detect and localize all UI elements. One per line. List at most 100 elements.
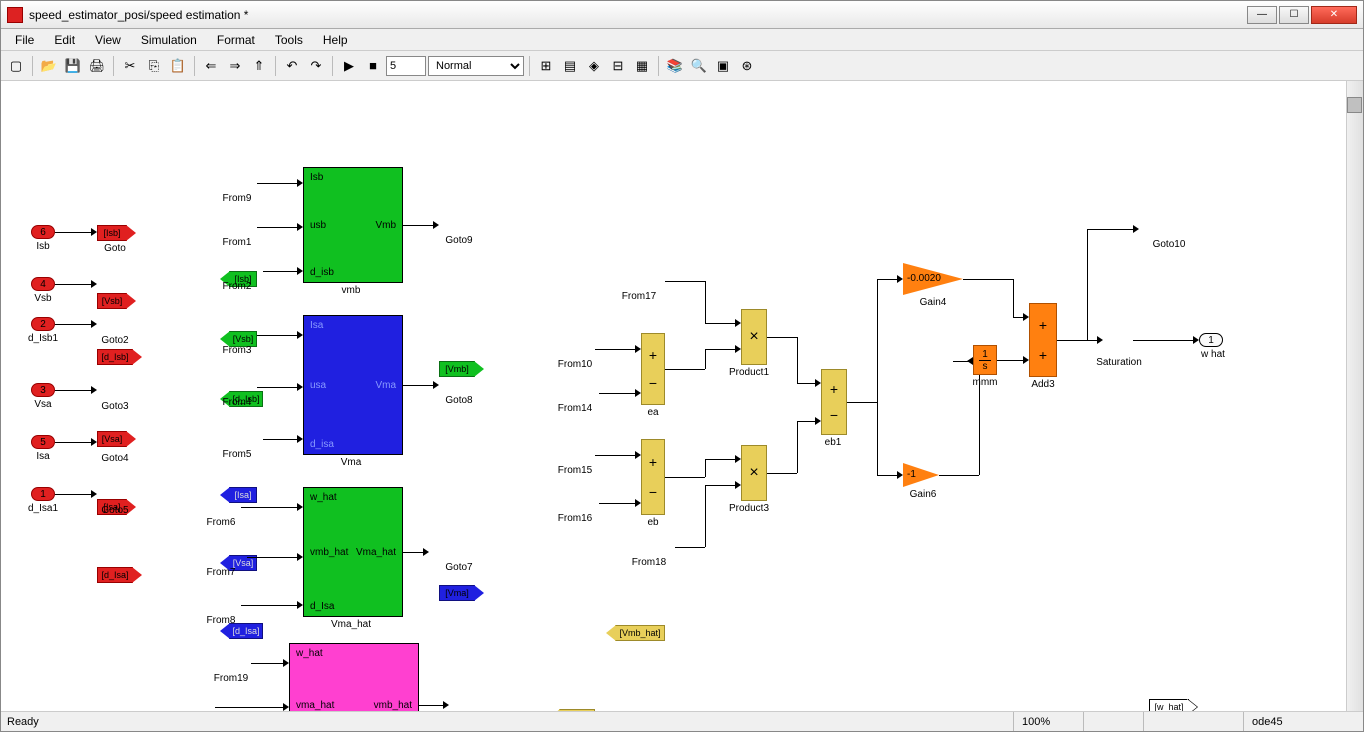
- tool-5[interactable]: ▦: [631, 55, 653, 77]
- from5-label: From5: [207, 449, 267, 460]
- sum-ea[interactable]: +−: [641, 333, 665, 405]
- target-button[interactable]: ⊛: [736, 55, 758, 77]
- inport-disa1[interactable]: 1: [31, 487, 55, 501]
- menu-file[interactable]: File: [5, 33, 44, 47]
- tool-3[interactable]: ◈: [583, 55, 605, 77]
- open-button[interactable]: 📂: [38, 55, 60, 77]
- run-button[interactable]: ▶: [338, 55, 360, 77]
- redo-button[interactable]: ↷: [305, 55, 327, 77]
- ea-label: ea: [623, 407, 683, 418]
- print-button[interactable]: 🖨: [86, 55, 108, 77]
- stop-time-input[interactable]: [386, 56, 426, 76]
- product1[interactable]: ×: [741, 309, 767, 365]
- menu-tools[interactable]: Tools: [265, 33, 313, 47]
- goto-vsa[interactable]: [Vsa]: [97, 431, 127, 447]
- paste-button[interactable]: 📋: [167, 55, 189, 77]
- tool-4[interactable]: ⊟: [607, 55, 629, 77]
- menu-view[interactable]: View: [85, 33, 131, 47]
- mode-select[interactable]: Normal: [428, 56, 524, 76]
- debug-button[interactable]: ▣: [712, 55, 734, 77]
- outport-what[interactable]: 1: [1199, 333, 1223, 347]
- toolbar: ▢ 📂 💾 🖨 ✂ ⎘ 📋 ⇐ ⇒ ⇑ ↶ ↷ ▶ ■ Normal ⊞ ▤ ◈…: [1, 51, 1363, 81]
- product1-label: Product1: [719, 367, 779, 378]
- goto9-label: Goto9: [429, 235, 489, 246]
- from3-label: From3: [207, 345, 267, 356]
- menu-format[interactable]: Format: [207, 33, 265, 47]
- from7-label: From7: [191, 567, 251, 578]
- inport-isa[interactable]: 5: [31, 435, 55, 449]
- up-button[interactable]: ⇑: [248, 55, 270, 77]
- integrator-mmm[interactable]: 1s: [973, 345, 997, 375]
- new-button[interactable]: ▢: [5, 55, 27, 77]
- outport-what-label: w hat: [1183, 349, 1243, 360]
- model-canvas[interactable]: 6 Isb [Isb] Goto 4 Vsb [Vsb] 2 d_Isb1 [d…: [1, 81, 1346, 711]
- from17[interactable]: [Vmb_hat]: [615, 625, 665, 641]
- from16-label: From16: [545, 513, 605, 524]
- goto-isb-label: Goto: [85, 243, 145, 254]
- from10-label: From10: [545, 359, 605, 370]
- save-button[interactable]: 💾: [62, 55, 84, 77]
- goto10[interactable]: [w_hat]: [1149, 699, 1189, 711]
- inport-isa-label: Isa: [13, 451, 73, 462]
- menu-help[interactable]: Help: [313, 33, 358, 47]
- sum-eb1[interactable]: +−: [821, 369, 847, 435]
- inport-vsa-label: Vsa: [13, 399, 73, 410]
- close-button[interactable]: ✕: [1311, 6, 1357, 24]
- sum-eb[interactable]: +−: [641, 439, 665, 515]
- status-empty1: [1083, 712, 1143, 731]
- goto-vsb[interactable]: [Vsb]: [97, 293, 127, 309]
- stop-button[interactable]: ■: [362, 55, 384, 77]
- from14-label: From14: [545, 403, 605, 414]
- tool-1[interactable]: ⊞: [535, 55, 557, 77]
- goto-isb[interactable]: [Isb]: [97, 225, 127, 241]
- goto7-label: Goto7: [429, 562, 489, 573]
- gain6[interactable]: -1: [903, 463, 939, 487]
- product3-label: Product3: [719, 503, 779, 514]
- explorer-button[interactable]: 🔍: [688, 55, 710, 77]
- subsys-vma-hat[interactable]: w_hat vmb_hatVma_hat d_Isa: [303, 487, 403, 617]
- from3[interactable]: [Isa]: [229, 487, 257, 503]
- back-button[interactable]: ⇐: [200, 55, 222, 77]
- forward-button[interactable]: ⇒: [224, 55, 246, 77]
- goto-disa[interactable]: [d_Isa]: [97, 567, 133, 583]
- cut-button[interactable]: ✂: [119, 55, 141, 77]
- goto10-label: Goto10: [1139, 239, 1199, 250]
- subsys-vmb[interactable]: Isb usbVmb d_isb: [303, 167, 403, 283]
- app-window: speed_estimator_posi/speed estimation * …: [0, 0, 1364, 732]
- status-solver: ode45: [1243, 712, 1363, 731]
- goto-disb[interactable]: [d_Isb]: [97, 349, 133, 365]
- goto9[interactable]: [Vmb]: [439, 361, 475, 377]
- inport-isb[interactable]: 6: [31, 225, 55, 239]
- maximize-button[interactable]: ☐: [1279, 6, 1309, 24]
- from1-label: From1: [207, 237, 267, 248]
- scrollbar-thumb[interactable]: [1347, 97, 1362, 113]
- subsys-vmb-hat1[interactable]: w_hat vma_hatvmb_hat d_Isb: [289, 643, 419, 711]
- tool-2[interactable]: ▤: [559, 55, 581, 77]
- product3[interactable]: ×: [741, 445, 767, 501]
- inport-disb1[interactable]: 2: [31, 317, 55, 331]
- goto5-label: Goto5: [85, 505, 145, 516]
- menu-edit[interactable]: Edit: [44, 33, 85, 47]
- from10[interactable]: [Vma]: [559, 709, 595, 711]
- menu-simulation[interactable]: Simulation: [131, 33, 207, 47]
- gain6-label: Gain6: [893, 489, 953, 500]
- status-empty2: [1143, 712, 1243, 731]
- goto4-label: Goto4: [85, 453, 145, 464]
- from6-label: From6: [191, 517, 251, 528]
- undo-button[interactable]: ↶: [281, 55, 303, 77]
- inport-vsa[interactable]: 3: [31, 383, 55, 397]
- vertical-scrollbar[interactable]: [1346, 81, 1363, 711]
- copy-button[interactable]: ⎘: [143, 55, 165, 77]
- from18-label: From18: [619, 557, 679, 568]
- goto8-label: Goto8: [429, 395, 489, 406]
- library-button[interactable]: 📚: [664, 55, 686, 77]
- subsys-vma[interactable]: Isa usaVma d_isa: [303, 315, 403, 455]
- gain4[interactable]: -0.0020: [903, 263, 963, 295]
- add3[interactable]: ++: [1029, 303, 1057, 377]
- inport-vsb[interactable]: 4: [31, 277, 55, 291]
- minimize-button[interactable]: —: [1247, 6, 1277, 24]
- window-title: speed_estimator_posi/speed estimation *: [29, 8, 1247, 22]
- goto8[interactable]: [Vma]: [439, 585, 475, 601]
- gain4-label: Gain4: [903, 297, 963, 308]
- from15-label: From15: [545, 465, 605, 476]
